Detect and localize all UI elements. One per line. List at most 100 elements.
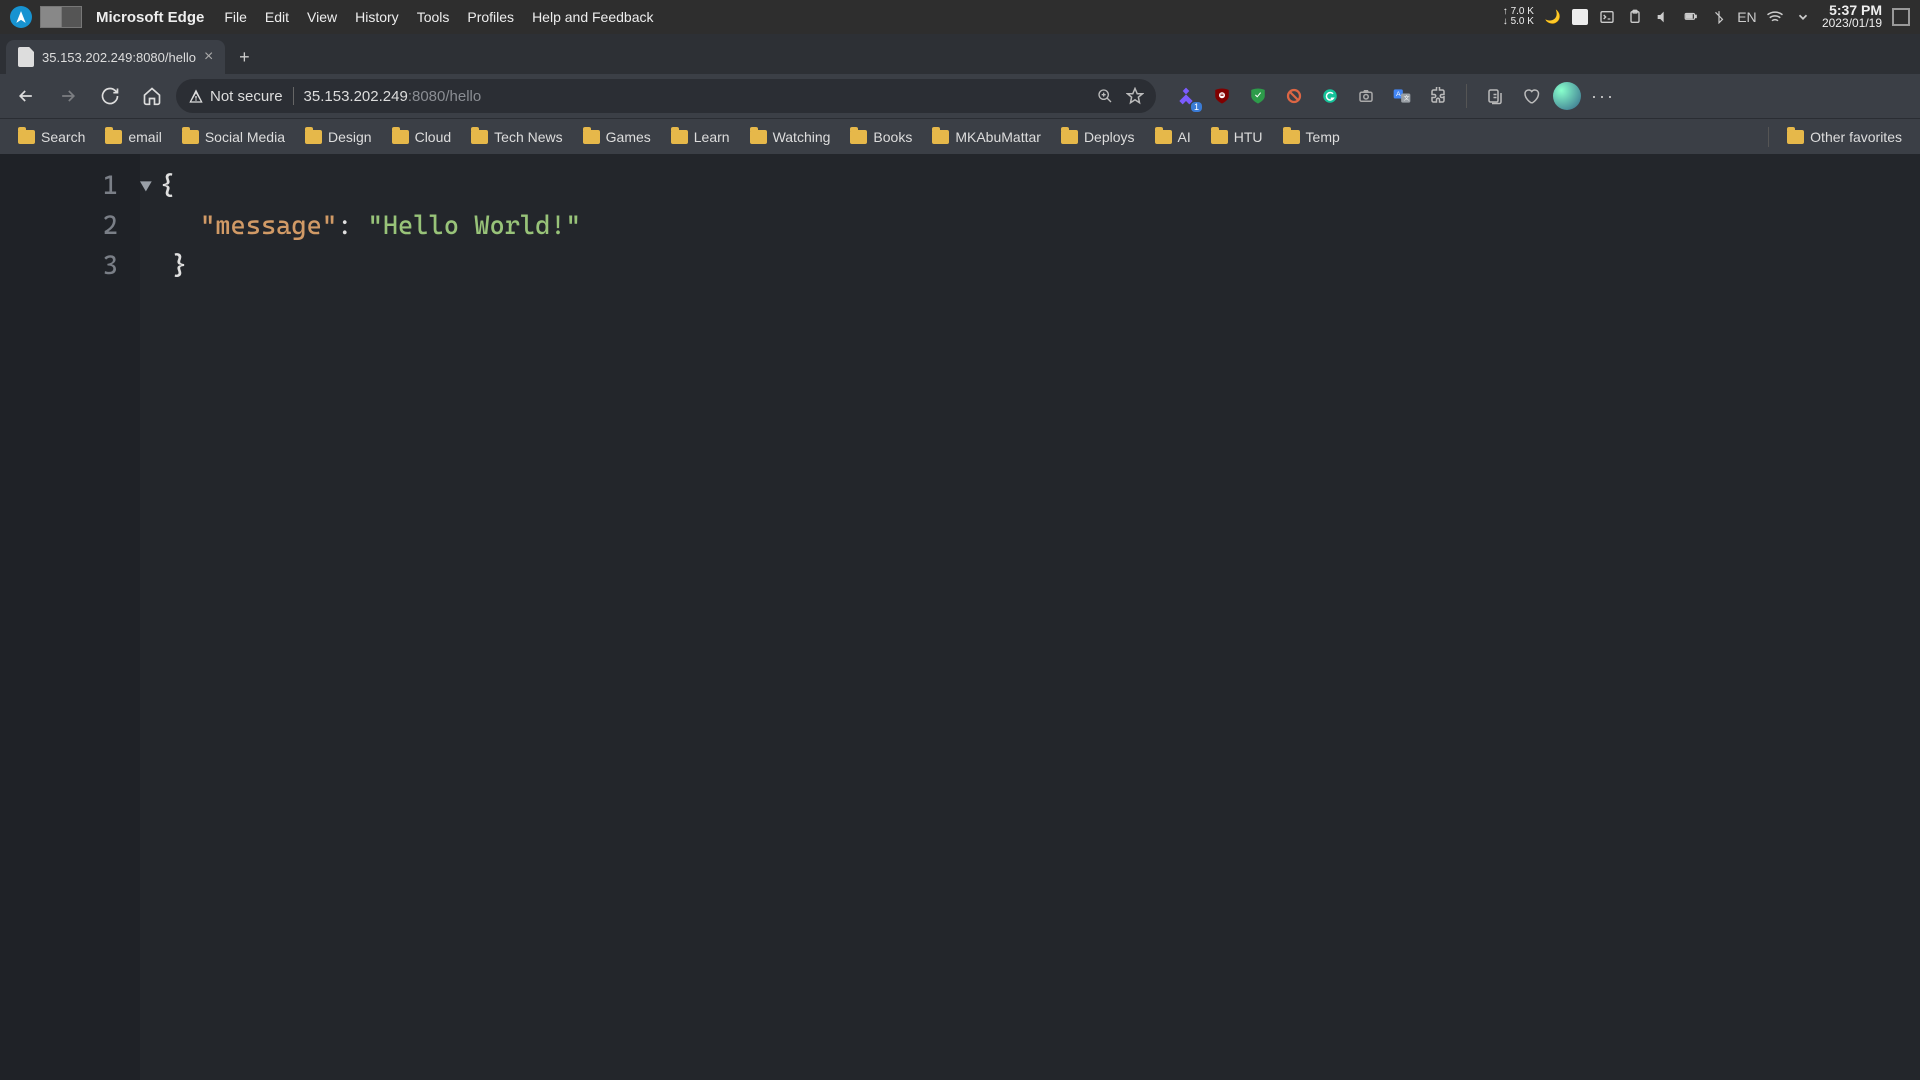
clock[interactable]: 5:37 PM 2023/01/19 — [1822, 4, 1882, 30]
bluetooth-icon[interactable] — [1710, 8, 1728, 26]
folder-icon — [1283, 130, 1300, 144]
new-tab-button[interactable]: + — [229, 42, 259, 72]
json-colon: : — [337, 206, 352, 246]
bookmarks-bar: Search email Social Media Design Cloud T… — [0, 118, 1920, 154]
active-app-name: Microsoft Edge — [96, 9, 204, 26]
bookmark-folder-social[interactable]: Social Media — [174, 125, 293, 149]
forward-button[interactable] — [50, 78, 86, 114]
chevron-down-icon[interactable] — [1794, 8, 1812, 26]
profile-button[interactable] — [1553, 82, 1581, 110]
menu-view[interactable]: View — [299, 5, 345, 29]
folder-icon — [18, 130, 35, 144]
extension-ublock-icon[interactable] — [1208, 82, 1236, 110]
folder-icon — [105, 130, 122, 144]
desktop-top-bar: Microsoft Edge File Edit View History To… — [0, 0, 1920, 34]
menu-tools[interactable]: Tools — [409, 5, 458, 29]
bookmark-folder-temp[interactable]: Temp — [1275, 125, 1348, 149]
folder-icon — [182, 130, 199, 144]
folder-icon — [850, 130, 867, 144]
wifi-icon[interactable] — [1766, 8, 1784, 26]
folder-icon — [1155, 130, 1172, 144]
extension-adguard-icon[interactable] — [1244, 82, 1272, 110]
bookmark-folder-cloud[interactable]: Cloud — [384, 125, 460, 149]
folder-icon — [750, 130, 767, 144]
folder-icon — [671, 130, 688, 144]
battery-icon[interactable] — [1682, 8, 1700, 26]
line-number-gutter: 1 2 3 — [0, 154, 140, 1080]
security-indicator[interactable]: Not secure — [188, 88, 283, 105]
address-bar[interactable]: Not secure 35.153.202.249:8080/hello — [176, 79, 1156, 113]
folder-icon — [932, 130, 949, 144]
extension-badge: 1 — [1191, 102, 1202, 112]
bookmark-folder-email[interactable]: email — [97, 125, 169, 149]
svg-text:A: A — [1396, 91, 1401, 98]
app-menu-bar: File Edit View History Tools Profiles He… — [216, 5, 661, 29]
menu-edit[interactable]: Edit — [257, 5, 297, 29]
separator — [293, 87, 294, 105]
bookmark-folder-deploys[interactable]: Deploys — [1053, 125, 1143, 149]
favorite-icon[interactable] — [1126, 87, 1144, 105]
browser-tab[interactable]: 35.153.202.249:8080/hello × — [6, 40, 225, 74]
page-content: 1 2 3 ▼ { "message": "Hello World!" } — [0, 154, 1920, 1080]
extension-noscript-icon[interactable] — [1280, 82, 1308, 110]
volume-icon[interactable] — [1654, 8, 1672, 26]
line-number: 3 — [0, 246, 118, 286]
home-button[interactable] — [134, 78, 170, 114]
folder-icon — [305, 130, 322, 144]
language-indicator[interactable]: EN — [1738, 8, 1756, 26]
menu-history[interactable]: History — [347, 5, 407, 29]
line-number: 1 — [0, 166, 118, 206]
menu-help[interactable]: Help and Feedback — [524, 5, 661, 29]
bookmark-folder-ai[interactable]: AI — [1147, 125, 1199, 149]
browser-essentials-button[interactable] — [1517, 82, 1545, 110]
bookmark-folder-search[interactable]: Search — [10, 125, 93, 149]
bookmark-folder-htu[interactable]: HTU — [1203, 125, 1271, 149]
folder-icon — [1211, 130, 1228, 144]
other-favorites-button[interactable]: Other favorites — [1779, 125, 1910, 149]
json-close-brace: } — [172, 246, 187, 286]
network-speed-indicator: ↑ 7.0 K ↓ 5.0 K — [1503, 7, 1534, 27]
extension-grammarly-icon[interactable] — [1316, 82, 1344, 110]
extension-modheader-icon[interactable]: 1 — [1172, 82, 1200, 110]
more-menu-button[interactable]: ··· — [1589, 82, 1617, 110]
menu-profiles[interactable]: Profiles — [459, 5, 522, 29]
line-number: 2 — [0, 206, 118, 246]
extension-translate-icon[interactable]: A文 — [1388, 82, 1416, 110]
json-string-value: "Hello World!" — [368, 206, 581, 246]
os-logo-icon[interactable] — [10, 6, 32, 28]
tab-close-button[interactable]: × — [204, 48, 213, 66]
folder-icon — [392, 130, 409, 144]
url-text: 35.153.202.249:8080/hello — [304, 88, 482, 105]
bookmark-folder-learn[interactable]: Learn — [663, 125, 738, 149]
bookmark-folder-watching[interactable]: Watching — [742, 125, 839, 149]
back-button[interactable] — [8, 78, 44, 114]
bookmark-folder-mkabumattar[interactable]: MKAbuMattar — [924, 125, 1049, 149]
toolbar-divider — [1466, 84, 1467, 108]
bookmark-folder-design[interactable]: Design — [297, 125, 380, 149]
refresh-button[interactable] — [92, 78, 128, 114]
folder-icon — [1787, 130, 1804, 144]
tab-title: 35.153.202.249:8080/hello — [42, 50, 196, 65]
moon-icon[interactable]: 🌙 — [1544, 8, 1562, 26]
folder-icon — [471, 130, 488, 144]
browser-toolbar: Not secure 35.153.202.249:8080/hello 1 A… — [0, 74, 1920, 118]
bookmark-separator — [1768, 127, 1769, 147]
page-icon — [18, 47, 34, 67]
json-open-brace: { — [160, 166, 175, 206]
folder-icon — [583, 130, 600, 144]
fold-toggle-icon[interactable]: ▼ — [140, 166, 152, 206]
terminal-icon[interactable] — [1598, 8, 1616, 26]
extensions-button[interactable] — [1424, 82, 1452, 110]
bookmark-folder-books[interactable]: Books — [842, 125, 920, 149]
clipboard-icon[interactable] — [1626, 8, 1644, 26]
workspace-switcher[interactable] — [40, 6, 82, 28]
tray-app-icon[interactable] — [1572, 9, 1588, 25]
folder-icon — [1061, 130, 1078, 144]
collections-button[interactable] — [1481, 82, 1509, 110]
menu-file[interactable]: File — [216, 5, 255, 29]
zoom-icon[interactable] — [1096, 87, 1114, 105]
extension-screenshot-icon[interactable] — [1352, 82, 1380, 110]
bookmark-folder-games[interactable]: Games — [575, 125, 659, 149]
tray-placeholder-icon[interactable] — [1892, 8, 1910, 26]
bookmark-folder-technews[interactable]: Tech News — [463, 125, 570, 149]
